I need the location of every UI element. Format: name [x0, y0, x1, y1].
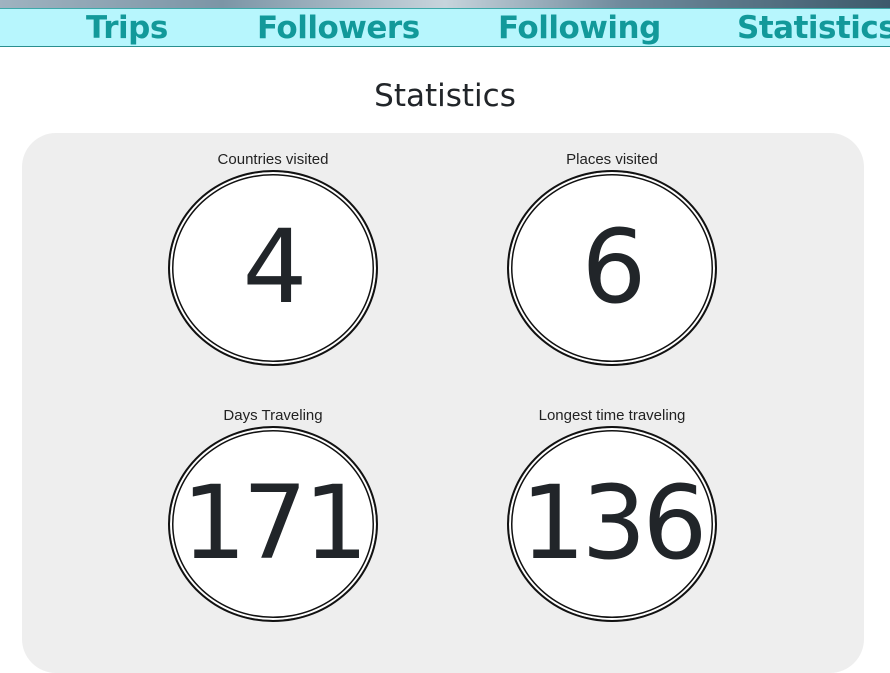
stat-circle: 6	[507, 170, 717, 366]
stat-label: Longest time traveling	[538, 407, 686, 424]
stat-countries-visited: Countries visited 4	[163, 150, 383, 366]
stat-label: Days Traveling	[223, 407, 323, 424]
stat-longest-time-traveling: Longest time traveling 136	[502, 406, 722, 622]
stat-circle: 171	[168, 426, 378, 622]
stat-value: 6	[581, 208, 647, 327]
stat-circle: 4	[168, 170, 378, 366]
stat-label: Countries visited	[217, 151, 329, 168]
tab-statistics[interactable]: Statistics	[737, 9, 890, 47]
stat-days-traveling: Days Traveling 171	[163, 406, 383, 622]
page-title: Statistics	[374, 78, 516, 114]
stat-value: 171	[181, 464, 369, 583]
tab-followers[interactable]: Followers	[257, 9, 420, 47]
tab-trips[interactable]: Trips	[86, 9, 168, 47]
stat-value: 4	[242, 208, 308, 327]
stat-circle: 136	[507, 426, 717, 622]
stat-value: 136	[520, 464, 708, 583]
statistics-panel	[22, 133, 864, 673]
profile-nav-bar: Trips Followers Following Statistics	[0, 8, 890, 47]
stat-label: Places visited	[566, 151, 658, 168]
tab-following[interactable]: Following	[498, 9, 661, 47]
stat-places-visited: Places visited 6	[502, 150, 722, 366]
header-background-image	[0, 0, 890, 8]
